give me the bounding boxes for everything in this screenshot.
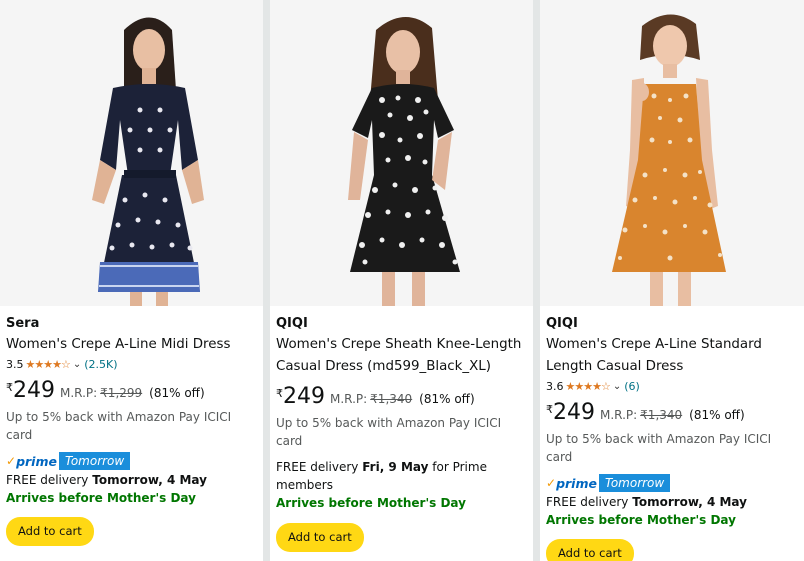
discount: (81% off) (149, 386, 205, 400)
product-image[interactable] (540, 0, 804, 306)
product-title[interactable]: Women's Crepe A-Line Midi Dress (6, 334, 259, 356)
product-title[interactable]: Women's Crepe A-Line Standard Length Casu… (546, 334, 800, 378)
rating-value: 3.6 (546, 380, 564, 393)
prime-delivery-tag: Tomorrow (58, 452, 131, 470)
mrp-value: ₹1,340 (640, 408, 683, 422)
review-count-link[interactable]: (6) (624, 378, 640, 396)
cashback-offer: Up to 5% back with Amazon Pay ICICI card (276, 416, 502, 448)
rating-row[interactable]: 3.6 ★★★★☆ ⌄ (6) (546, 378, 800, 396)
product-brand: Sera (6, 316, 40, 331)
currency-symbol: ₹ (546, 403, 553, 416)
chevron-down-icon[interactable]: ⌄ (73, 356, 81, 374)
prime-delivery-tag: Tomorrow (598, 474, 671, 492)
cashback-offer: Up to 5% back with Amazon Pay ICICI card (546, 432, 772, 464)
product-image[interactable] (270, 0, 533, 306)
mrp: M.R.P: ₹1,299 (60, 386, 143, 400)
price-value: 249 (553, 400, 595, 425)
prime-logo: ✓ prime (546, 475, 597, 491)
review-count-link[interactable]: (2.5K) (84, 356, 117, 374)
star-rating-icon: ★★★★☆ (565, 380, 611, 393)
cashback-offer: Up to 5% back with Amazon Pay ICICI card (6, 410, 232, 442)
mrp: M.R.P: ₹1,340 (330, 392, 413, 406)
discount: (81% off) (689, 408, 745, 422)
product-brand: QIQI (276, 316, 308, 331)
product-title[interactable]: Women's Crepe Sheath Knee-Length Casual D… (276, 334, 529, 378)
mothers-day-note: Arrives before Mother's Day (276, 496, 466, 510)
delivery-info: FREE delivery Tomorrow, 4 May (6, 473, 207, 487)
currency-symbol: ₹ (276, 387, 283, 400)
product-card[interactable]: QIQI Women's Crepe Sheath Knee-Length Cas… (270, 0, 533, 561)
delivery-info: FREE delivery Tomorrow, 4 May (546, 495, 747, 509)
chevron-down-icon[interactable]: ⌄ (613, 378, 621, 396)
price-row: ₹ 249 M.R.P: ₹1,340 (81% off) (276, 384, 529, 412)
prime-badge: ✓ prime Tomorrow (6, 452, 259, 470)
mrp: M.R.P: ₹1,340 (600, 408, 683, 422)
price-value: 249 (13, 378, 55, 403)
mrp-value: ₹1,340 (370, 392, 413, 406)
mothers-day-note: Arrives before Mother's Day (546, 513, 736, 527)
add-to-cart-button[interactable]: Add to cart (276, 523, 364, 552)
rating-row[interactable]: 3.5 ★★★★☆ ⌄ (2.5K) (6, 356, 259, 374)
mothers-day-note: Arrives before Mother's Day (6, 491, 196, 505)
product-brand: QIQI (546, 316, 578, 331)
currency-symbol: ₹ (6, 381, 13, 394)
price-row: ₹ 249 M.R.P: ₹1,340 (81% off) (546, 400, 800, 428)
rating-value: 3.5 (6, 358, 24, 371)
star-rating-icon: ★★★★☆ (25, 358, 71, 371)
product-grid: Sera Women's Crepe A-Line Midi Dress 3.5… (0, 0, 804, 561)
price-value: 249 (283, 384, 325, 409)
add-to-cart-button[interactable]: Add to cart (6, 517, 94, 546)
mrp-value: ₹1,299 (100, 386, 143, 400)
discount: (81% off) (419, 392, 475, 406)
add-to-cart-button[interactable]: Add to cart (546, 539, 634, 561)
price-row: ₹ 249 M.R.P: ₹1,299 (81% off) (6, 378, 259, 406)
prime-check-icon: ✓ (6, 454, 17, 468)
product-image[interactable] (0, 0, 263, 306)
prime-logo: ✓ prime (6, 453, 57, 469)
delivery-info: FREE delivery Fri, 9 May for Prime membe… (276, 460, 487, 492)
prime-check-icon: ✓ (546, 476, 557, 490)
product-card[interactable]: QIQI Women's Crepe A-Line Standard Length… (540, 0, 804, 561)
product-card[interactable]: Sera Women's Crepe A-Line Midi Dress 3.5… (0, 0, 263, 561)
prime-badge: ✓ prime Tomorrow (546, 474, 800, 492)
